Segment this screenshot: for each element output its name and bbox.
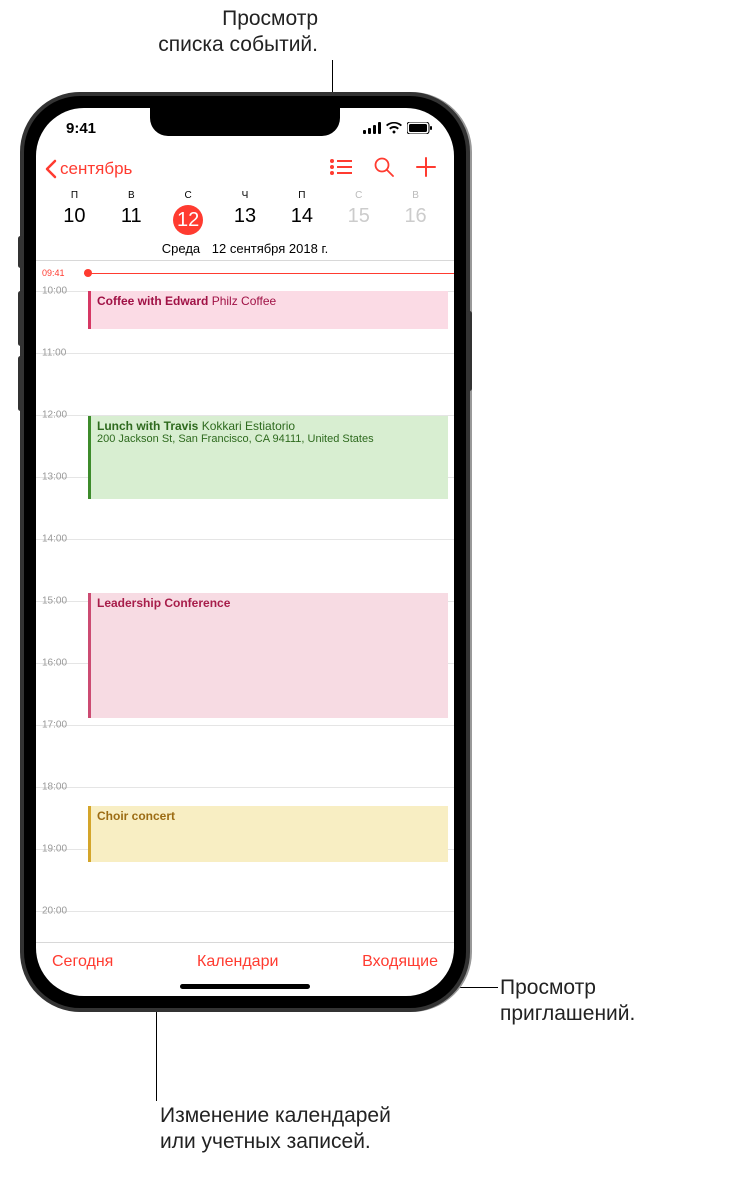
list-icon	[330, 158, 352, 176]
current-date: 12 сентября 2018 г.	[212, 241, 328, 256]
notch	[150, 108, 340, 136]
inbox-button[interactable]: Входящие	[362, 953, 438, 971]
volume-up-button	[18, 291, 23, 346]
day-schedule[interactable]: 10:00 11:00 12:00 13:00 14:00 15:00 16:00 17:00…	[36, 261, 454, 942]
search-icon	[374, 157, 394, 177]
weekday-label: С	[160, 190, 217, 201]
back-label: сентябрь	[60, 159, 132, 179]
day-number[interactable]: 14	[273, 205, 330, 235]
status-right	[363, 122, 432, 134]
day-number[interactable]: 15	[330, 205, 387, 235]
week-bar: ПВСЧПСВ 10111213141516 Среда 12 сентября…	[36, 190, 454, 260]
battery-icon	[407, 122, 432, 134]
day-number[interactable]: 11	[103, 205, 160, 235]
hour-label: 20:00	[42, 906, 67, 917]
today-button[interactable]: Сегодня	[52, 953, 113, 971]
hour-label: 17:00	[42, 720, 67, 731]
callout-bottom: Изменение календарей или учетных записей…	[160, 1103, 391, 1156]
cellular-icon	[363, 122, 381, 134]
hour-label: 10:00	[42, 286, 67, 297]
chevron-left-icon	[44, 159, 58, 179]
day-number[interactable]: 12	[160, 205, 217, 235]
now-indicator-dot	[84, 269, 92, 277]
callout-top: Просмотр списка событий.	[88, 6, 318, 59]
screen: 9:41 сентябрь	[36, 108, 454, 996]
hour-line	[36, 725, 454, 726]
phone-frame: 9:41 сентябрь	[20, 92, 470, 1012]
back-button[interactable]: сентябрь	[44, 159, 330, 179]
search-button[interactable]	[374, 157, 394, 182]
status-time: 9:41	[66, 120, 96, 137]
callout-line	[156, 1100, 157, 1101]
current-dow: Среда	[162, 241, 200, 256]
now-indicator-line	[84, 273, 454, 274]
current-date-label: Среда 12 сентября 2018 г.	[46, 241, 444, 256]
day-number[interactable]: 13	[217, 205, 274, 235]
mute-switch	[18, 236, 23, 268]
hour-label: 13:00	[42, 472, 67, 483]
list-view-button[interactable]	[330, 158, 352, 181]
calendar-event[interactable]: Choir concert	[88, 806, 448, 862]
hour-line	[36, 787, 454, 788]
event-location: Kokkari Estiatorio	[202, 419, 295, 433]
hour-line	[36, 911, 454, 912]
event-location: Philz Coffee	[212, 294, 276, 308]
calendars-button[interactable]: Календари	[197, 953, 278, 971]
calendar-event[interactable]: Leadership Conference	[88, 593, 448, 718]
now-indicator-label: 09:41	[42, 268, 65, 278]
hour-label: 18:00	[42, 782, 67, 793]
hour-label: 16:00	[42, 658, 67, 669]
hour-label: 11:00	[42, 348, 66, 359]
weekday-label: Ч	[217, 190, 274, 201]
hour-label: 12:00	[42, 410, 67, 421]
event-title: Leadership Conference	[97, 596, 230, 610]
weekday-label: С	[330, 190, 387, 201]
wifi-icon	[386, 122, 402, 134]
plus-icon	[416, 157, 436, 177]
add-event-button[interactable]	[416, 157, 436, 182]
volume-down-button	[18, 356, 23, 411]
hour-label: 14:00	[42, 534, 67, 545]
event-title: Choir concert	[97, 809, 175, 823]
hour-label: 19:00	[42, 844, 67, 855]
weekday-label: П	[46, 190, 103, 201]
weekday-label: В	[103, 190, 160, 201]
hour-line	[36, 353, 454, 354]
home-indicator[interactable]	[180, 984, 310, 989]
power-button	[467, 311, 472, 391]
day-number[interactable]: 10	[46, 205, 103, 235]
event-address: 200 Jackson St, San Francisco, CA 94111,…	[97, 433, 442, 445]
event-title: Coffee with Edward	[97, 294, 208, 308]
day-number[interactable]: 16	[387, 205, 444, 235]
callout-right: Просмотр приглашений.	[500, 975, 635, 1028]
weekday-label: В	[387, 190, 444, 201]
event-title: Lunch with Travis	[97, 419, 198, 433]
hour-line	[36, 539, 454, 540]
calendar-event[interactable]: Coffee with Edward Philz Coffee	[88, 291, 448, 329]
hour-label: 15:00	[42, 596, 67, 607]
nav-bar: сентябрь	[36, 148, 454, 190]
weekday-label: П	[273, 190, 330, 201]
calendar-event[interactable]: Lunch with Travis Kokkari Estiatorio200 …	[88, 416, 448, 499]
